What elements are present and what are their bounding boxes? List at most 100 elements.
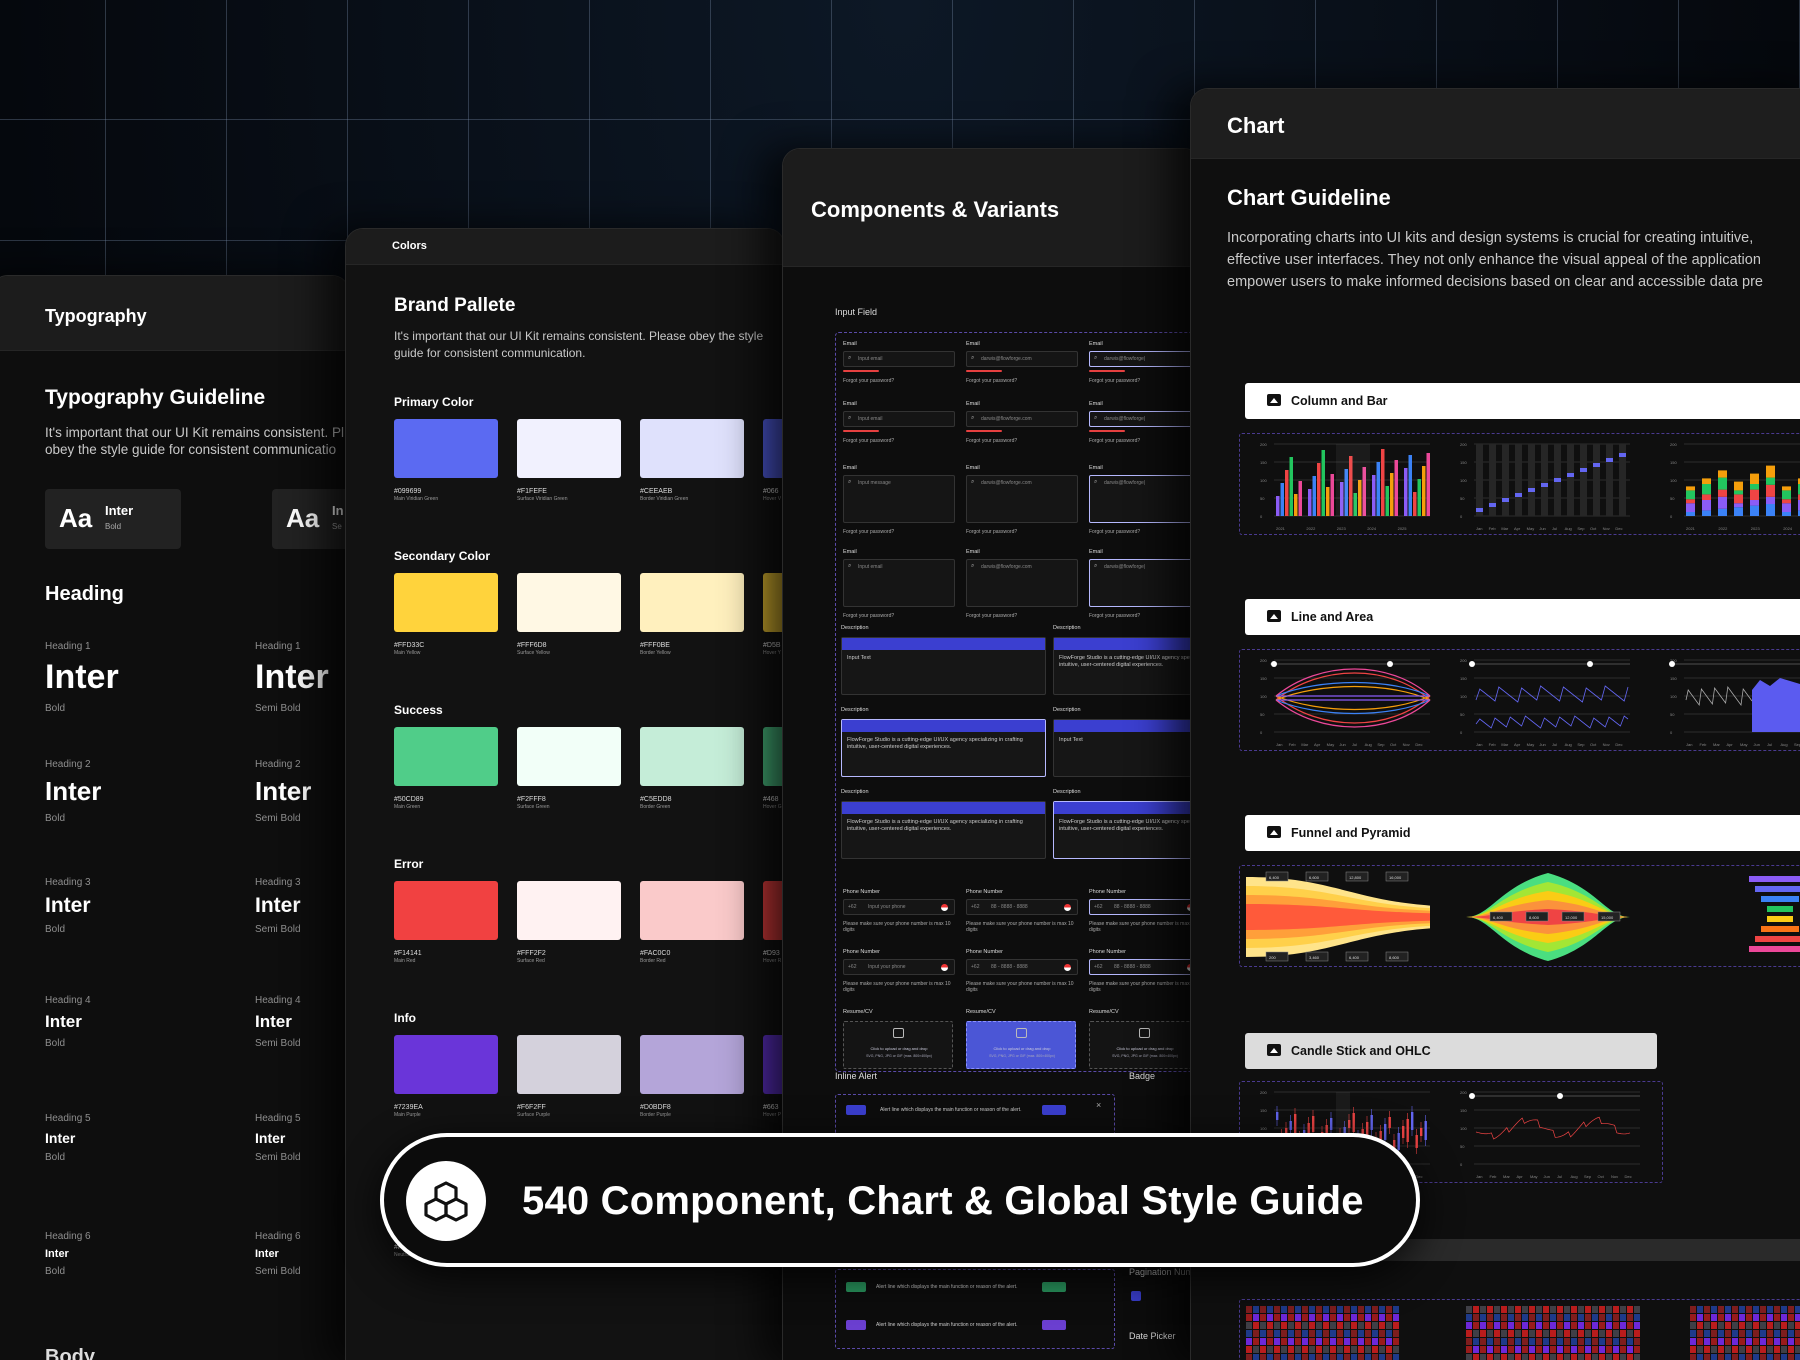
color-swatch[interactable]: #F14141 Main Red xyxy=(394,881,498,964)
color-swatch[interactable]: #F2FFF8 Surface Green xyxy=(517,727,621,810)
rich-text-toolbar[interactable] xyxy=(1054,802,1201,814)
email-input[interactable]: darwis@flowforge| ⌕ xyxy=(1089,351,1201,367)
forgot-password-link[interactable]: Forgot your password? xyxy=(843,438,955,444)
forgot-password-link[interactable]: Forgot your password? xyxy=(966,378,1078,384)
forgot-password-link[interactable]: Forgot your password? xyxy=(843,613,955,619)
category-candlestick-ohlc[interactable]: Candle Stick and OHLC xyxy=(1245,1033,1657,1069)
email-field-variant[interactable]: Email darwis@flowforge.com ⌕ Forgot your pa… xyxy=(966,401,1078,444)
phone-field-variant[interactable]: Phone Number +62 88 - 8888 - 8888 Please ma… xyxy=(1089,889,1201,933)
phone-field-variant[interactable]: Phone Number +62 Input your phone Please ma… xyxy=(843,949,955,993)
email-input[interactable]: darwis@flowforge.com ⌕ xyxy=(966,559,1078,607)
candle-body xyxy=(1294,1114,1297,1134)
phone-field-variant[interactable]: Phone Number +62 88 - 8888 - 8888 Please ma… xyxy=(966,889,1078,933)
email-input[interactable]: darwis@flowforge.com ⌕ xyxy=(966,411,1078,427)
email-field-variant[interactable]: Email darwis@flowforge.com ⌕ Forgot your pa… xyxy=(966,465,1078,535)
resume-upload-dropzone[interactable]: Click to upload or drag and drop SVG, PNG… xyxy=(1089,1021,1199,1069)
forgot-password-link[interactable]: Forgot your password? xyxy=(966,529,1078,535)
email-field-variant[interactable]: Email Input email ⌕ Forgot your password? xyxy=(843,341,955,384)
color-swatch[interactable]: #FFD33C Main Yellow xyxy=(394,573,498,656)
email-field-variant[interactable]: Email darwis@flowforge| ⌕ Forgot your passw… xyxy=(1089,341,1201,384)
forgot-password-link[interactable]: Forgot your password? xyxy=(1089,613,1201,619)
category-column-bar[interactable]: Column and Bar xyxy=(1245,383,1800,419)
email-field-variant[interactable]: Email darwis@flowforge| ⌕ Forgot your passw… xyxy=(1089,401,1201,444)
alert-action-info[interactable] xyxy=(1042,1320,1066,1330)
rich-text-toolbar[interactable] xyxy=(1054,638,1201,650)
resume-upload-dropzone[interactable]: Click to upload or drag and drop SVG, PNG… xyxy=(966,1021,1076,1069)
phone-input[interactable]: +62 88 - 8888 - 8888 xyxy=(966,959,1078,975)
stacked-bar-segment xyxy=(1782,490,1791,500)
email-field-variant[interactable]: Email Input email ⌕ Forgot your password? xyxy=(843,549,955,619)
phone-input[interactable]: +62 88 - 8888 - 8888 xyxy=(966,899,1078,915)
heatmap-cell xyxy=(1767,1346,1773,1353)
resume-upload-dropzone[interactable]: Click to upload or drag and drop SVG, PNG… xyxy=(843,1021,953,1069)
email-input[interactable]: darwis@flowforge.com ⌕ xyxy=(966,351,1078,367)
color-swatch[interactable]: #099699 Main Viridian Green xyxy=(394,419,498,502)
forgot-password-link[interactable]: Forgot your password? xyxy=(843,378,955,384)
rich-text-toolbar[interactable] xyxy=(842,802,1045,814)
category-line-area[interactable]: Line and Area xyxy=(1245,599,1800,635)
email-input[interactable]: darwis@flowforge| ⌕ xyxy=(1089,559,1201,607)
x-tick-label: Nov xyxy=(1611,1174,1618,1179)
heatmap-cell xyxy=(1536,1338,1542,1345)
email-field-variant[interactable]: Email Input message ⌕ Forgot your password? xyxy=(843,465,955,535)
email-field-variant[interactable]: Email darwis@flowforge| ⌕ Forgot your passw… xyxy=(1089,549,1201,619)
color-swatch[interactable]: #CEEAEB Border Viridian Green xyxy=(640,419,744,502)
heatmap-cell xyxy=(1739,1346,1745,1353)
forgot-password-link[interactable]: Forgot your password? xyxy=(966,438,1078,444)
description-editor[interactable]: FlowForge Studio is a cutting-edge UI/UX… xyxy=(1053,637,1201,695)
heatmap-cell xyxy=(1753,1338,1759,1345)
rich-text-toolbar[interactable] xyxy=(1054,720,1201,732)
email-field-variant[interactable]: Email darwis@flowforge.com ⌕ Forgot your pa… xyxy=(966,341,1078,384)
heatmap-cell xyxy=(1578,1346,1584,1353)
rich-text-toolbar[interactable] xyxy=(842,638,1045,650)
category-funnel-pyramid[interactable]: Funnel and Pyramid xyxy=(1245,815,1800,851)
color-swatch[interactable]: #C5EDD8 Border Green xyxy=(640,727,744,810)
color-swatch[interactable]: #FFF2F2 Surface Red xyxy=(517,881,621,964)
email-input[interactable]: darwis@flowforge.com ⌕ xyxy=(966,475,1078,523)
description-editor[interactable]: FlowForge Studio is a cutting-edge UI/UX… xyxy=(841,719,1046,777)
forgot-password-link[interactable]: Forgot your password? xyxy=(1089,378,1201,384)
color-swatch[interactable]: #7239EA Main Purple xyxy=(394,1035,498,1118)
email-input[interactable]: Input message ⌕ xyxy=(843,475,955,523)
forgot-password-link[interactable]: Forgot your password? xyxy=(843,529,955,535)
search-icon: ⌕ xyxy=(971,415,975,421)
forgot-password-link[interactable]: Forgot your password? xyxy=(1089,529,1201,535)
email-input[interactable]: darwis@flowforge| ⌕ xyxy=(1089,411,1201,427)
heatmap-cell xyxy=(1365,1338,1371,1345)
description-editor[interactable]: Input Text xyxy=(1053,719,1201,777)
color-swatch[interactable]: #D0BDF8 Border Purple xyxy=(640,1035,744,1118)
phone-input[interactable]: +62 88 - 8888 - 8888 xyxy=(1089,899,1201,915)
color-swatch[interactable]: #FFF6D8 Surface Yellow xyxy=(517,573,621,656)
description-editor[interactable]: FlowForge Studio is a cutting-edge UI/UX… xyxy=(1053,801,1201,859)
pagination-page-1[interactable] xyxy=(1131,1291,1141,1301)
phone-input[interactable]: +62 Input your phone xyxy=(843,959,955,975)
alert-action-button[interactable] xyxy=(1042,1105,1066,1115)
rich-text-toolbar[interactable] xyxy=(842,720,1045,732)
alert-close-icon[interactable]: × xyxy=(1096,1100,1101,1110)
forgot-password-link[interactable]: Forgot your password? xyxy=(1089,438,1201,444)
email-input[interactable]: Input email ⌕ xyxy=(843,559,955,607)
bar-mark xyxy=(1285,470,1289,516)
phone-field-variant[interactable]: Phone Number +62 Input your phone Please ma… xyxy=(843,889,955,933)
email-input[interactable]: darwis@flowforge| ⌕ xyxy=(1089,475,1201,523)
email-input[interactable]: Input email ⌕ xyxy=(843,351,955,367)
phone-field-variant[interactable]: Phone Number +62 88 - 8888 - 8888 Please ma… xyxy=(966,949,1078,993)
color-swatch[interactable]: #F6F2FF Surface Purple xyxy=(517,1035,621,1118)
color-swatch[interactable]: #50CD89 Main Green xyxy=(394,727,498,810)
phone-input[interactable]: +62 88 - 8888 - 8888 xyxy=(1089,959,1201,975)
email-field-variant[interactable]: Email darwis@flowforge.com ⌕ Forgot your pa… xyxy=(966,549,1078,619)
email-input[interactable]: Input email ⌕ xyxy=(843,411,955,427)
color-swatch[interactable]: #FFF0BE Border Yellow xyxy=(640,573,744,656)
alert-action-success[interactable] xyxy=(1042,1282,1066,1292)
description-editor[interactable]: FlowForge Studio is a cutting-edge UI/UX… xyxy=(841,801,1046,859)
forgot-password-link[interactable]: Forgot your password? xyxy=(966,613,1078,619)
phone-field-variant[interactable]: Phone Number +62 88 - 8888 - 8888 Please ma… xyxy=(1089,949,1201,993)
color-swatch[interactable]: #F1FEFE Surface Viridian Green xyxy=(517,419,621,502)
description-editor[interactable]: Input Text xyxy=(841,637,1046,695)
email-field-variant[interactable]: Email Input email ⌕ Forgot your password? xyxy=(843,401,955,444)
email-field-variant[interactable]: Email darwis@flowforge| ⌕ Forgot your passw… xyxy=(1089,465,1201,535)
phone-input[interactable]: +62 Input your phone xyxy=(843,899,955,915)
swatch-color xyxy=(640,1035,744,1094)
swatch-name: Surface Viridian Green xyxy=(517,496,568,502)
color-swatch[interactable]: #FAC0C0 Border Red xyxy=(640,881,744,964)
